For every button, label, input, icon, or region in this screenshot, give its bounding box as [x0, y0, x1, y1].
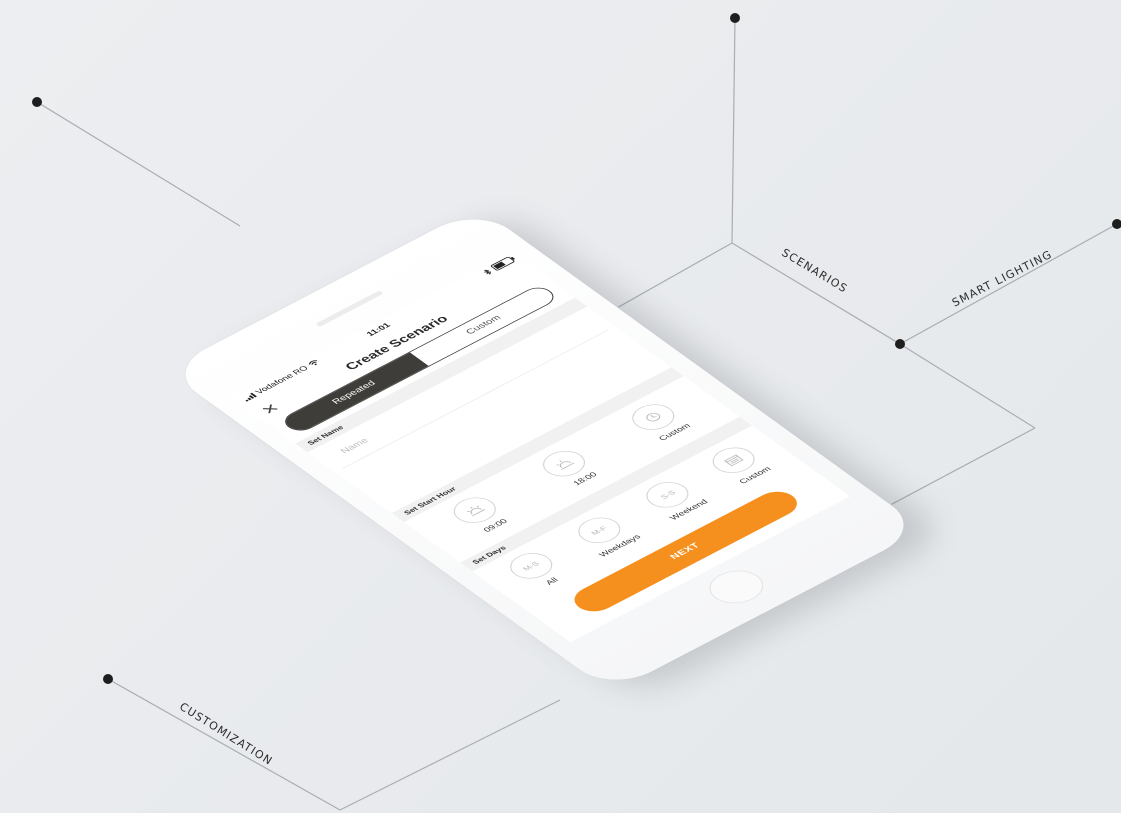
callout-dot [1112, 219, 1121, 229]
option-label: All [543, 576, 560, 587]
callout-dot [103, 674, 113, 684]
start-hour-option-custom[interactable]: Custom [624, 398, 695, 443]
phone-mockup: Vodafone RO 11:01 × Create Scenario Repe… [165, 140, 955, 760]
days-option-weekend[interactable]: S-S Weekend [637, 476, 710, 521]
start-hour-option-0900[interactable]: 09:00 [444, 492, 516, 536]
callout-dot [32, 97, 42, 107]
start-hour-option-1800[interactable]: 18:00 [534, 445, 606, 490]
callout-dot [730, 13, 740, 23]
phone-device: Vodafone RO 11:01 × Create Scenario Repe… [165, 206, 925, 693]
days-option-custom[interactable]: Custom [704, 442, 776, 486]
days-option-all[interactable]: M-S All [501, 548, 572, 592]
days-option-weekdays[interactable]: M-F Weekdays [567, 511, 643, 558]
